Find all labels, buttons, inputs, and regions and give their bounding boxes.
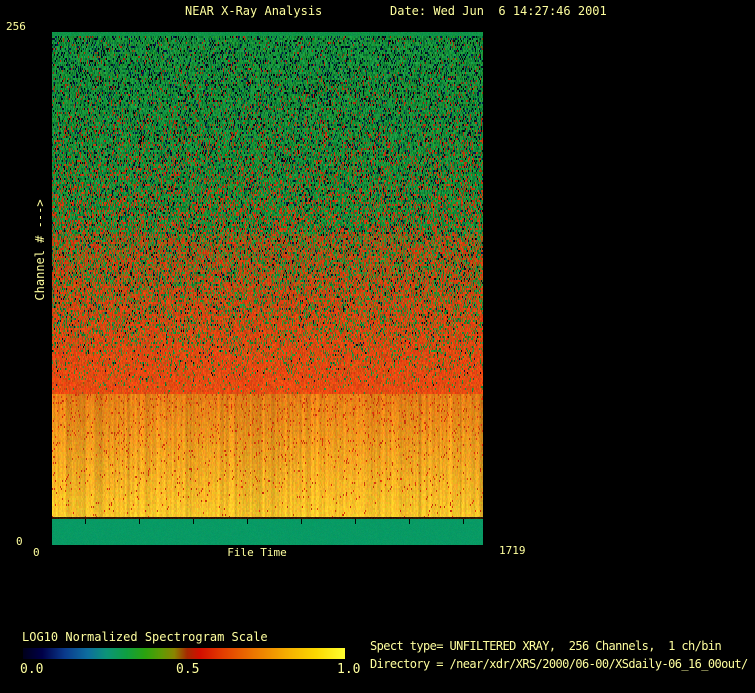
spect-type-line: Spect type= UNFILTERED XRAY, 256 Channel… [370,639,721,654]
x-axis-min-label: 0 [33,546,40,559]
colorbar-title: LOG10 Normalized Spectrogram Scale [22,630,268,644]
date-label: Date: Wed Jun 6 14:27:46 2001 [390,4,607,18]
colorbar-tick-max: 1.0 [337,662,360,677]
y-axis-min-label: 0 [16,535,23,548]
spectrogram-image [52,32,483,545]
colorbar-tick-min: 0.0 [20,662,43,677]
colorbar-tick-mid: 0.5 [176,662,199,677]
directory-line: Directory = /near/xdr/XRS/2000/06-00/XSd… [370,657,748,672]
page-title: NEAR X-Ray Analysis [185,4,322,18]
y-axis-title: Channel # ---> [33,199,47,300]
y-axis-max-label: 256 [6,20,26,33]
colorbar-gradient [23,648,345,659]
x-axis-title: File Time [227,546,287,559]
x-axis-max-label: 1719 [499,544,526,557]
